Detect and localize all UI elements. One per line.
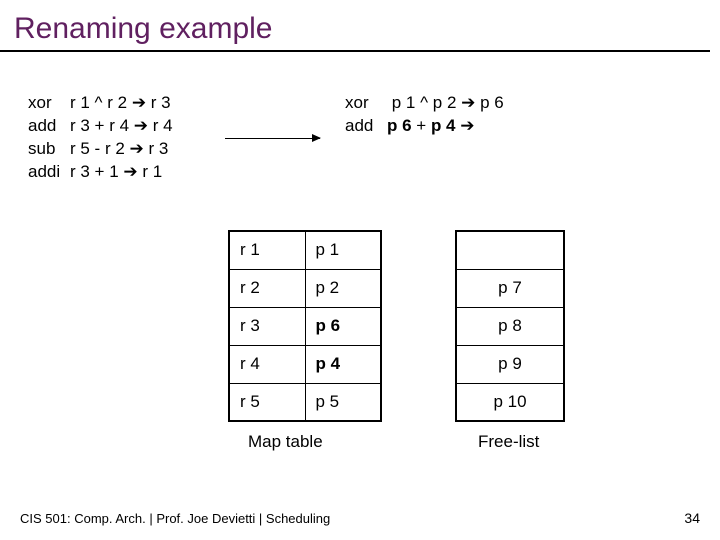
map-arch-reg: r 1 (229, 231, 305, 269)
table-row: r 1p 1 (229, 231, 381, 269)
slide-title: Renaming example (0, 0, 710, 52)
table-row (456, 231, 564, 269)
table-row: r 2p 2 (229, 269, 381, 307)
map-table: r 1p 1r 2p 2r 3p 6r 4p 4r 5p 5 (228, 230, 382, 422)
table-row: r 4p 4 (229, 345, 381, 383)
slide-content: xorr 1 ^ r 2 ➔ r 3 addr 3 + r 4 ➔ r 4 su… (0, 52, 720, 92)
instr: r 3 + r 4 ➔ r 4 (70, 116, 173, 135)
map-arch-reg: r 3 (229, 307, 305, 345)
map-phys-reg: p 6 (305, 307, 381, 345)
code-before: xorr 1 ^ r 2 ➔ r 3 addr 3 + r 4 ➔ r 4 su… (28, 92, 173, 184)
lhs-renamed: p 6 (387, 116, 412, 135)
map-phys-reg: p 4 (305, 345, 381, 383)
plus: + (412, 116, 431, 135)
free-list-entry: p 9 (456, 345, 564, 383)
code-after: xor p 1 ^ p 2 ➔ p 6 addp 6 + p 4 ➔ (345, 92, 504, 138)
op: sub (28, 138, 70, 161)
free-list-entry (456, 231, 564, 269)
rename-arrow-icon (225, 138, 320, 139)
free-list-entry: p 8 (456, 307, 564, 345)
footer-text: CIS 501: Comp. Arch. | Prof. Joe Deviett… (20, 511, 330, 526)
table-row: p 7 (456, 269, 564, 307)
map-phys-reg: p 5 (305, 383, 381, 421)
map-arch-reg: r 4 (229, 345, 305, 383)
table-row: r 5p 5 (229, 383, 381, 421)
table-row: p 9 (456, 345, 564, 383)
table-row: p 8 (456, 307, 564, 345)
rhs-renamed: p 4 (431, 116, 456, 135)
op: addi (28, 161, 70, 184)
table-row: p 10 (456, 383, 564, 421)
op: add (28, 115, 70, 138)
map-table-caption: Map table (248, 432, 323, 452)
free-list-entry: p 7 (456, 269, 564, 307)
free-list-entry: p 10 (456, 383, 564, 421)
map-phys-reg: p 1 (305, 231, 381, 269)
instr: r 5 - r 2 ➔ r 3 (70, 139, 168, 158)
op: xor (345, 92, 387, 115)
map-arch-reg: r 2 (229, 269, 305, 307)
arrow-glyph: ➔ (456, 116, 475, 135)
map-phys-reg: p 2 (305, 269, 381, 307)
op: add (345, 115, 387, 138)
op: xor (28, 92, 70, 115)
instr-pre: p 1 ^ p 2 (387, 93, 461, 112)
footer: CIS 501: Comp. Arch. | Prof. Joe Deviett… (20, 511, 700, 526)
arrow-glyph: ➔ (461, 93, 475, 112)
map-arch-reg: r 5 (229, 383, 305, 421)
page-number: 34 (684, 510, 700, 526)
free-list-caption: Free-list (478, 432, 539, 452)
table-row: r 3p 6 (229, 307, 381, 345)
free-list-table: p 7p 8p 9p 10 (455, 230, 565, 422)
instr: r 3 + 1 ➔ r 1 (70, 162, 162, 181)
instr-post: p 6 (475, 93, 503, 112)
instr: r 1 ^ r 2 ➔ r 3 (70, 93, 171, 112)
